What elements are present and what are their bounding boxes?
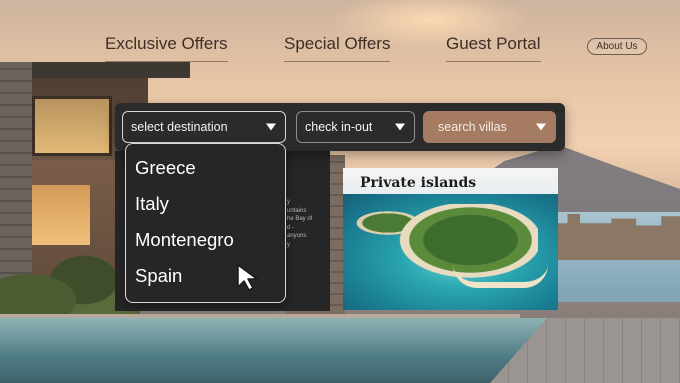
nav-guest-portal[interactable]: Guest Portal	[446, 34, 541, 62]
nav-special-offers[interactable]: Special Offers	[284, 34, 391, 62]
destination-option-italy[interactable]: Italy	[126, 186, 285, 222]
old-town-fortress	[555, 214, 680, 260]
info-line: d -	[287, 224, 295, 231]
info-line: anyons	[287, 233, 307, 239]
about-us-button[interactable]: About Us	[587, 38, 647, 55]
info-line: he Bay of	[287, 216, 313, 222]
chevron-down-icon	[395, 123, 405, 131]
card-title: Private islands	[360, 175, 477, 191]
info-line: y	[287, 199, 290, 205]
destination-select-label: select destination	[131, 120, 228, 134]
villa-upper-window	[32, 96, 112, 156]
check-in-out-select[interactable]: check in-out	[296, 111, 415, 143]
destination-select[interactable]: select destination	[122, 111, 286, 143]
nav-exclusive-offers[interactable]: Exclusive Offers	[105, 34, 228, 62]
mouse-cursor-icon	[237, 264, 258, 291]
chevron-down-icon	[536, 123, 546, 131]
destination-option-spain[interactable]: Spain	[126, 258, 285, 294]
private-islands-card[interactable]: Private islands	[343, 168, 558, 310]
destination-option-greece[interactable]: Greece	[126, 150, 285, 186]
info-line: untains	[287, 207, 307, 214]
destination-info-text: y untains he Bay of d - anyons y	[287, 198, 329, 249]
sandbar	[453, 264, 548, 288]
info-line: y	[287, 241, 290, 248]
chevron-down-icon	[266, 123, 276, 131]
search-villas-button[interactable]: search villas	[423, 111, 556, 143]
destination-dropdown-list: Greece Italy Montenegro Spain	[125, 143, 286, 303]
search-villas-label: search villas	[438, 120, 507, 134]
destination-option-montenegro[interactable]: Montenegro	[126, 222, 285, 258]
check-in-out-label: check in-out	[305, 120, 373, 134]
